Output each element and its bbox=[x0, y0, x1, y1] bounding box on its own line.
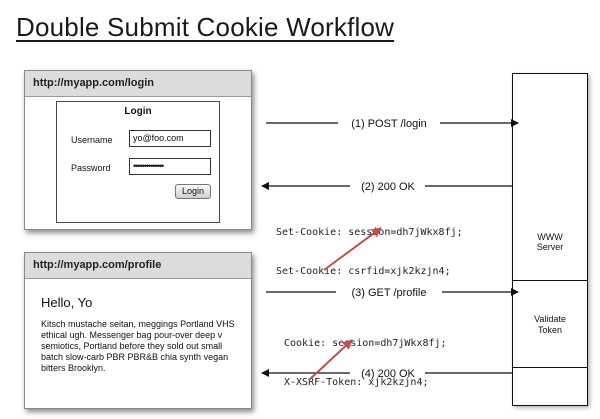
message-1-label: (1) POST /login bbox=[351, 118, 427, 130]
message-4-arrow: (4) 200 OK bbox=[261, 368, 512, 380]
message-3-arrow: (3) GET /profile bbox=[266, 287, 519, 299]
message-2-arrow: (2) 200 OK bbox=[261, 181, 512, 193]
xsrf-token-highlight-arrow bbox=[308, 339, 353, 381]
flow-arrows: (1) POST /login (2) 200 OK (3) GET /prof… bbox=[261, 118, 519, 381]
message-2-label: (2) 200 OK bbox=[361, 181, 415, 193]
message-3-label: (3) GET /profile bbox=[352, 287, 427, 299]
message-4-label: (4) 200 OK bbox=[361, 368, 415, 380]
csrfid-highlight-arrow bbox=[323, 227, 382, 271]
message-1-arrow: (1) POST /login bbox=[266, 118, 519, 130]
